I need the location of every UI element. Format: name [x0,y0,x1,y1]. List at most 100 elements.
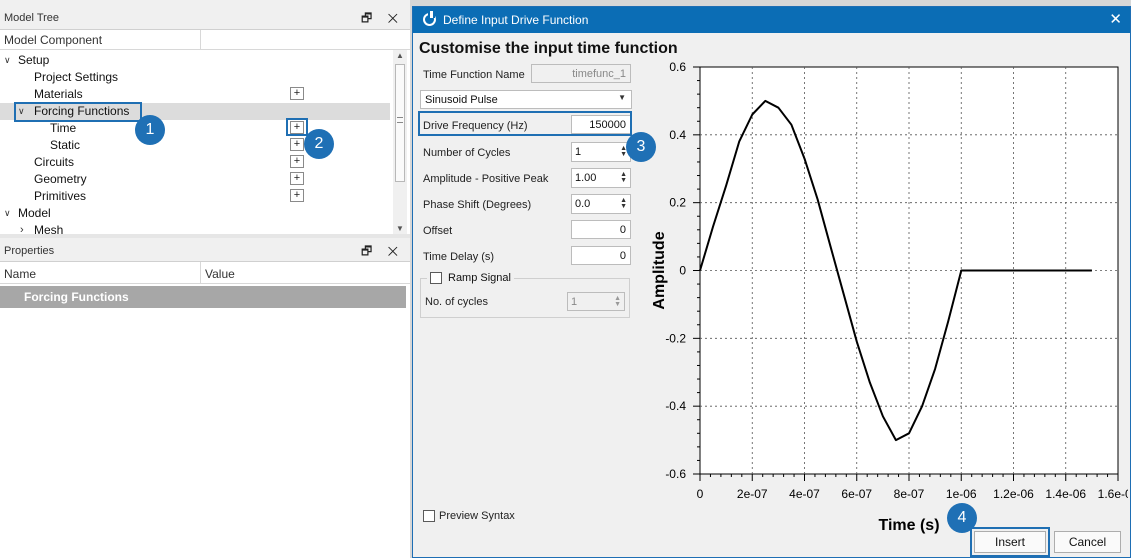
tree-item-label: Geometry [34,172,87,186]
amplitude-stepper[interactable]: 1.00 ▲ ▼ [571,168,631,188]
add-material-button[interactable]: + [290,87,304,100]
column-divider [200,262,201,284]
spin-arrows-icon[interactable]: ▲ ▼ [620,171,627,184]
model-tree: ∨ Setup Project Settings Materials + ∨ F… [0,50,410,234]
insert-highlight [970,527,1050,557]
model-tree-window-controls[interactable]: 🗗 ✕ [361,9,404,30]
ramp-cycles-label: No. of cycles [425,296,488,308]
tree-item-label: Static [50,138,81,152]
phase-shift-value: 0.0 [575,198,591,210]
x-tick-label: 6e-07 [841,487,872,501]
tree-item-setup[interactable]: ∨ Setup [4,52,49,69]
tree-item-label: Setup [18,53,50,67]
ramp-signal-checkbox[interactable] [430,272,442,284]
function-type-select[interactable]: Sinusoid Pulse ▼ [420,90,632,109]
drive-frequency-highlight [418,111,632,136]
offset-input[interactable]: 0 [571,220,631,239]
phase-shift-stepper[interactable]: 0.0 ▲ ▼ [571,194,631,214]
add-static-function-button[interactable]: + [290,138,304,151]
expand-icon[interactable]: ∨ [4,205,11,222]
y-tick-label: -0.6 [665,467,686,481]
tree-item-model[interactable]: ∨ Model [4,205,51,222]
ramp-signal-label: Ramp Signal [448,272,511,284]
scroll-up-icon[interactable]: ▲ [396,51,404,60]
chevron-down-icon: ▼ [618,93,626,102]
step-badge-1: 1 [135,115,165,145]
x-tick-label: 2e-07 [737,487,768,501]
time-delay-input[interactable]: 0 [571,246,631,265]
amplitude-value: 1.00 [575,172,597,184]
ramp-cycles-value: 1 [571,296,578,308]
tree-item-label: Circuits [34,155,75,169]
ramp-cycles-stepper: 1 ▲ ▼ [567,292,625,311]
scroll-down-icon[interactable]: ▼ [396,224,404,233]
tree-item-primitives[interactable]: Primitives [34,188,86,205]
dialog-titlebar: Define Input Drive Function ✕ [413,7,1130,33]
cancel-button[interactable]: Cancel [1054,531,1121,553]
step-badge-3: 3 [626,132,656,162]
x-tick-label: 1e-06 [946,487,977,501]
tree-item-label: Materials [34,87,83,101]
y-tick-label: -0.2 [665,331,686,345]
x-tick-label: 0 [697,487,704,501]
tree-item-materials[interactable]: Materials [34,86,83,103]
expand-icon[interactable]: ∨ [4,52,11,69]
amplitude-time-chart: 0 2e-07 4e-07 6e-07 8e-07 1e-06 1.2e-06 1.4e-06… [651,60,1128,534]
spin-arrows-icon: ▲ ▼ [614,295,621,308]
tree-item-label: Project Settings [34,70,119,84]
preview-syntax-checkbox[interactable] [423,510,435,522]
y-axis-label: Amplitude [651,231,668,309]
add-time-highlight [286,118,308,136]
value-column-header: Value [205,267,235,281]
x-tick-label: 1.6e-06 [1098,487,1128,501]
ramp-header: Ramp Signal [427,270,514,286]
tree-item-mesh[interactable]: › Mesh [20,222,63,234]
tree-item-project-settings[interactable]: Project Settings [34,69,118,86]
define-input-drive-function-dialog: Define Input Drive Function ✕ Customise … [412,6,1131,558]
expand-icon[interactable]: › [20,222,24,234]
forcing-functions-highlight [14,102,142,122]
preview-syntax-label: Preview Syntax [439,510,515,522]
close-icon[interactable]: ✕ [1109,10,1122,28]
tree-item-geometry[interactable]: Geometry [34,171,87,188]
model-tree-title: Model Tree 🗗 ✕ [0,0,410,30]
scroll-thumb[interactable] [395,64,405,182]
model-tree-column-header: Model Component [0,30,410,50]
y-tick-label: 0.2 [669,196,686,210]
tree-scrollbar[interactable]: ▲ ▼ [393,50,407,234]
phase-shift-label: Phase Shift (Degrees) [423,199,532,211]
column-divider [200,30,201,50]
tree-item-circuits[interactable]: Circuits [34,154,74,171]
spin-arrows-icon[interactable]: ▲ ▼ [620,197,627,210]
x-tick-label: 1.4e-06 [1045,487,1086,501]
cycles-label: Number of Cycles [423,147,511,159]
x-axis-label: Time (s) [878,517,939,534]
ramp-signal-group: Ramp Signal No. of cycles 1 ▲ ▼ [420,270,630,318]
amplitude-label: Amplitude - Positive Peak [423,173,549,185]
tree-item-label: Model [18,206,51,220]
time-function-name-label: Time Function Name [423,69,525,81]
model-tree-title-text: Model Tree [4,12,60,24]
y-tick-label: -0.4 [665,399,686,413]
add-circuit-button[interactable]: + [290,155,304,168]
tree-item-label: Time [50,121,77,135]
step-badge-2: 2 [304,129,334,159]
cycles-stepper[interactable]: 1 ▲ ▼ [571,142,631,162]
left-pane: Model Tree 🗗 ✕ Model Component ∨ Setup P… [0,0,410,558]
function-type-value: Sinusoid Pulse [425,94,498,106]
cycles-value: 1 [575,146,582,158]
tree-item-time[interactable]: Time [50,120,76,137]
add-geometry-button[interactable]: + [290,172,304,185]
model-component-header: Model Component [4,33,103,47]
y-tick-label: 0.6 [669,60,686,74]
properties-window-controls[interactable]: 🗗 ✕ [361,242,404,263]
properties-selected-row[interactable]: Forcing Functions [0,286,406,308]
x-tick-label: 4e-07 [789,487,820,501]
grip-icon [397,117,403,123]
tree-item-static[interactable]: Static [50,137,80,154]
properties-title: Properties 🗗 ✕ [0,238,410,262]
properties-column-header: Name Value [0,262,410,284]
y-tick-label: 0.4 [669,128,686,142]
tree-item-label: Primitives [34,189,87,203]
add-primitive-button[interactable]: + [290,189,304,202]
